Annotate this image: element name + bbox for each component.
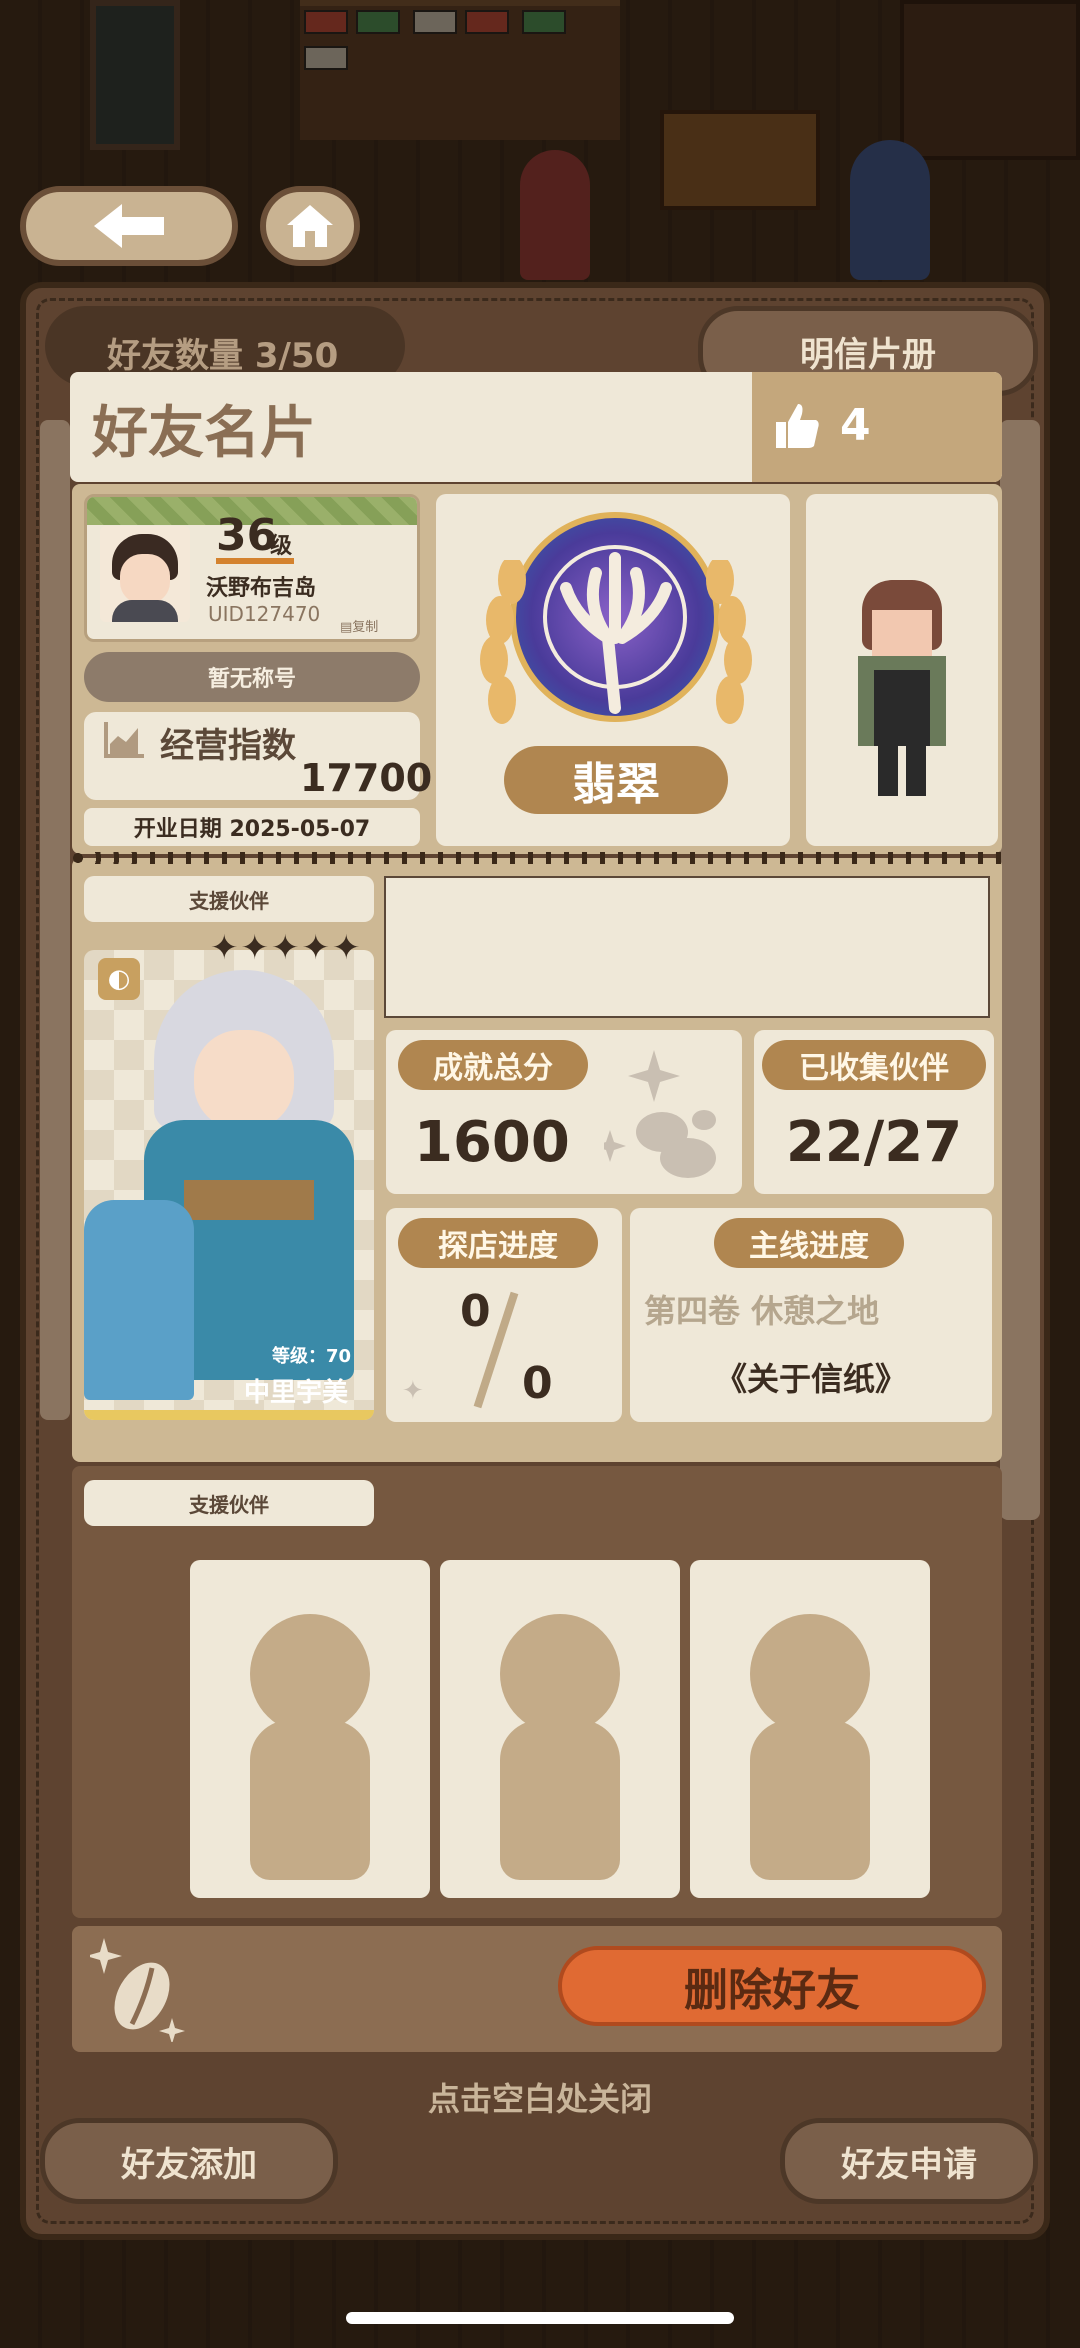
element-icon: ◐ <box>98 958 140 1000</box>
achievement-label: 成就总分 <box>398 1040 588 1090</box>
home-indicator[interactable] <box>346 2312 734 2324</box>
rarity-stars: ✦✦✦✦✦ <box>210 928 363 968</box>
side-tab-strip <box>1000 420 1040 1520</box>
player-uid: UID127470 <box>208 602 321 626</box>
level-bar <box>216 558 294 564</box>
add-friend-button[interactable]: 好友添加 <box>40 2118 338 2204</box>
copy-icon: ▤ <box>340 620 353 635</box>
side-tab-strip <box>40 420 70 1420</box>
thumbs-up-icon <box>776 404 819 448</box>
support-label: 支援伙伴 <box>84 876 374 922</box>
support-label-2: 支援伙伴 <box>84 1480 374 1526</box>
rank-emblem <box>510 512 720 722</box>
collected-value: 22/27 <box>785 1110 963 1175</box>
open-date: 开业日期 2025-05-07 <box>84 808 420 846</box>
perforation <box>72 852 1002 864</box>
business-index-value: 17700 <box>300 756 433 800</box>
explore-label: 探店进度 <box>398 1218 598 1268</box>
silhouette-icon <box>750 1614 870 1734</box>
chart-icon <box>104 722 144 758</box>
copy-uid-button[interactable]: ▤复制 <box>340 616 378 635</box>
like-count: 4 <box>840 400 871 451</box>
delete-friend-button[interactable]: 删除好友 <box>558 1946 986 2026</box>
friend-request-button[interactable]: 好友申请 <box>780 2118 1038 2204</box>
story-volume: 第四卷 休憩之地 <box>644 1292 880 1330</box>
business-index-label: 经营指数 <box>160 726 296 766</box>
empty-partner-slot[interactable] <box>440 1560 680 1898</box>
partner-level: 等级：70 <box>272 1346 352 1367</box>
explore-numerator: 0 <box>460 1286 491 1337</box>
silhouette-icon <box>250 1614 370 1734</box>
empty-partner-slot[interactable] <box>190 1560 430 1898</box>
title-badge: 暂无称号 <box>84 652 420 702</box>
arrow-left-icon <box>94 204 164 248</box>
story-chapter: 《关于信纸》 <box>714 1360 907 1398</box>
tree-icon <box>543 545 687 714</box>
player-level: 36 <box>216 510 278 561</box>
laurel-right-icon <box>706 560 752 724</box>
level-unit: 级 <box>270 534 293 559</box>
coffee-beans-icon <box>604 1050 716 1178</box>
sparkle-icon: ✦ <box>402 1376 424 1406</box>
home-button[interactable] <box>260 186 360 266</box>
rank-name: 翡翠 <box>504 746 728 814</box>
partner-name: 中里宇美 <box>244 1378 349 1408</box>
achievement-value: 1600 <box>414 1110 570 1175</box>
explore-denominator: 0 <box>522 1358 553 1409</box>
empty-partner-slot[interactable] <box>690 1560 930 1898</box>
laurel-left-icon <box>480 560 526 724</box>
coffee-bean-icon <box>90 1938 185 2042</box>
silhouette-icon <box>500 1614 620 1734</box>
player-name: 沃野布吉岛 <box>206 576 317 601</box>
home-icon <box>287 205 333 247</box>
message-box <box>384 876 990 1018</box>
close-hint[interactable]: 点击空白处关闭 <box>0 2074 1080 2120</box>
collected-label: 已收集伙伴 <box>762 1040 986 1090</box>
copy-label: 复制 <box>352 620 379 635</box>
character-sprite <box>856 580 948 800</box>
page-title: 好友名片 <box>92 401 316 466</box>
avatar <box>100 526 190 622</box>
back-button[interactable] <box>20 186 238 266</box>
story-label: 主线进度 <box>714 1218 904 1268</box>
